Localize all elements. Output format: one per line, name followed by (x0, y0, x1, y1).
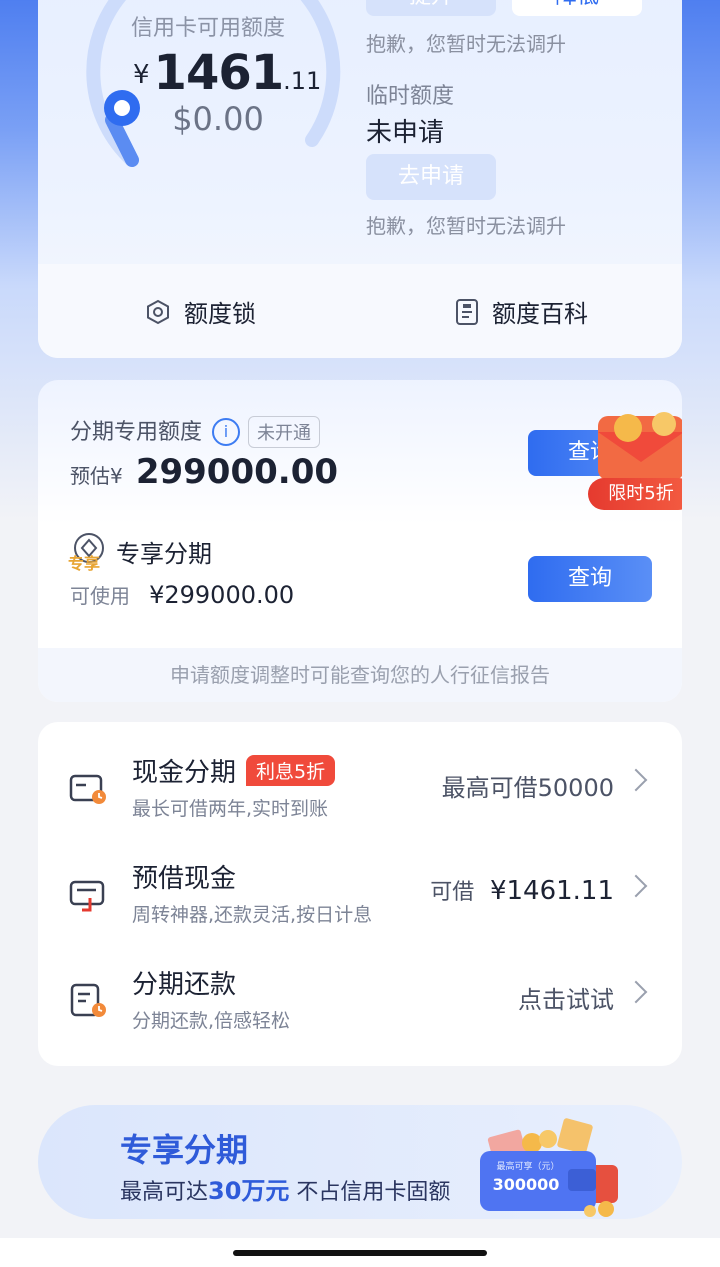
installment-repay-action: 点击试试 (518, 986, 614, 1014)
promo-envelope[interactable]: 限时5折 (588, 402, 682, 514)
bill-clock-icon (70, 983, 106, 1017)
cash-card-clock-icon (69, 774, 106, 804)
temp-limit-status: 未申请 (366, 118, 445, 148)
amount-integer: 1461 (153, 45, 285, 101)
cash-installment-max: 最高可借50000 (441, 774, 614, 802)
installment-title-row: 分期专用额度 i 未开通 (70, 414, 321, 448)
hexagon-lock-icon (147, 299, 169, 324)
list-item-cash-advance[interactable]: 预借现金 周转神器,还款灵活,按日计息 可借 ¥1461.11 (38, 844, 682, 944)
wallet-caption: 最高可享（元） (496, 1162, 560, 1172)
usable-label: 可使用 (70, 584, 130, 608)
document-icon (456, 298, 478, 325)
banner-title: 专享分期 (120, 1131, 249, 1169)
currency-symbol: ¥ (133, 60, 150, 90)
list-item-installment-repay[interactable]: 分期还款 分期还款,倍感轻松 点击试试 (38, 950, 682, 1050)
exclusive-installment-banner[interactable]: 专享分期 最高可达30万元 不占信用卡固额 最高可享（元） 300000 (38, 1105, 682, 1219)
exclusive-title-row: 专享 专享分期 (68, 532, 212, 573)
installment-repay-sub: 分期还款,倍感轻松 (132, 1010, 291, 1032)
apply-unavailable-note: 抱歉，您暂时无法调升 (366, 214, 566, 238)
limit-tools-row: 额度锁 额度百科 (38, 264, 682, 358)
available-limit-amount: ¥1461.11 (133, 45, 321, 101)
estimate-label: 预估¥ (70, 464, 123, 488)
cash-installment-title-wrap: 现金分期 利息5折 (132, 752, 336, 789)
raise-limit-button[interactable]: 提升 (366, 0, 496, 16)
installment-title: 分期专用额度 (70, 420, 203, 445)
home-indicator[interactable] (233, 1250, 487, 1256)
cash-installment-title: 现金分期 (132, 758, 237, 788)
limit-lock-link[interactable]: 额度锁 (144, 294, 256, 329)
chevron-right-icon (624, 768, 648, 792)
wallet-illustration: 最高可享（元） 300000 (480, 1113, 630, 1217)
exclusive-badge-text: 专享 (68, 554, 101, 573)
chevron-right-icon (624, 874, 648, 898)
cash-advance-sub: 周转神器,还款灵活,按日计息 (132, 904, 373, 926)
limit-lock-label: 额度锁 (184, 300, 256, 328)
estimate-value: 299000.00 (135, 452, 339, 492)
exclusive-title: 专享分期 (116, 539, 212, 568)
exclusive-badge-icon: 专享 (68, 532, 108, 573)
interest-discount-tag: 利息5折 (246, 755, 336, 786)
not-activated-tag: 未开通 (248, 416, 321, 448)
estimate-row: 预估¥ 299000.00 (70, 452, 338, 492)
raise-unavailable-note: 抱歉，您暂时无法调升 (366, 32, 566, 56)
banner-sub-highlight: 30万元 (208, 1177, 290, 1205)
cash-advance-icon (69, 880, 105, 912)
usd-amount: $0.00 (172, 100, 264, 138)
wallet-amount: 300000 (492, 1175, 560, 1194)
available-limit-label: 信用卡可用额度 (130, 16, 285, 41)
amount-decimal: .11 (283, 67, 322, 95)
bottom-safe-area (0, 1238, 720, 1267)
temp-limit-label: 临时额度 (366, 84, 455, 109)
cash-advance-value: ¥1461.11 (489, 876, 614, 906)
usable-row: 可使用 ¥299000.00 (70, 580, 294, 609)
info-icon[interactable]: i (212, 418, 241, 446)
banner-sub-prefix: 最高可达 (120, 1180, 209, 1205)
cash-advance-title: 预借现金 (132, 864, 237, 894)
services-list-card: 现金分期 利息5折 最长可借两年,实时到账 最高可借50000 预借现金 周转神器… (38, 722, 682, 1066)
lower-limit-button[interactable]: 降低 (512, 0, 642, 16)
limited-time-discount-tag: 限时5折 (588, 478, 682, 510)
banner-sub-suffix: 不占信用卡固额 (289, 1180, 451, 1205)
limit-wiki-label: 额度百科 (492, 300, 588, 328)
installment-repay-title: 分期还款 (132, 970, 237, 1000)
cash-installment-sub: 最长可借两年,实时到账 (132, 798, 329, 820)
chevron-right-icon (624, 980, 648, 1004)
apply-temp-limit-button[interactable]: 去申请 (366, 154, 496, 200)
installment-limit-card: 分期专用额度 i 未开通 预估¥ 299000.00 查询 限时5折 专享 专享分期… (38, 380, 682, 702)
cash-advance-available: 可借 ¥1461.11 (430, 874, 614, 906)
credit-limit-card: 信用卡可用额度 ¥1461.11 $0.00 提升 降低 抱歉，您暂时无法调升 … (38, 0, 682, 358)
banner-subtitle: 最高可达30万元 不占信用卡固额 (120, 1171, 450, 1206)
cash-advance-label: 可借 (430, 880, 475, 905)
credit-report-note: 申请额度调整时可能查询您的人行征信报告 (38, 648, 682, 702)
list-item-cash-installment[interactable]: 现金分期 利息5折 最长可借两年,实时到账 最高可借50000 (38, 738, 682, 838)
limit-wiki-link[interactable]: 额度百科 (454, 294, 588, 329)
usable-value: ¥299000.00 (149, 581, 295, 609)
query-exclusive-button[interactable]: 查询 (528, 556, 652, 602)
